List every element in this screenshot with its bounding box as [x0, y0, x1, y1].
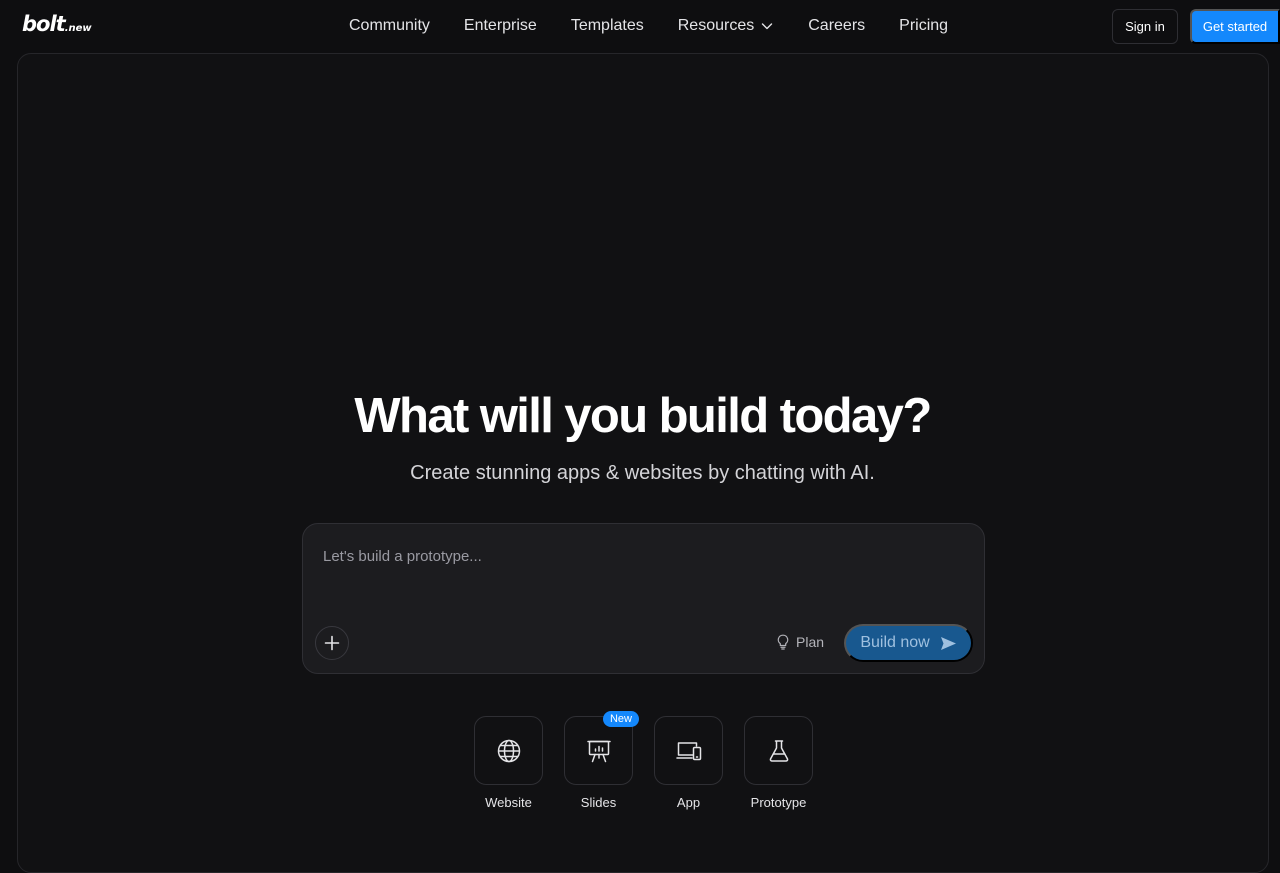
page-title: What will you build today? [354, 389, 932, 443]
nav-label: Careers [808, 17, 866, 34]
nav-templates[interactable]: Templates [554, 17, 661, 35]
type-label: Slides [580, 795, 617, 810]
prompt-input[interactable] [323, 548, 963, 565]
nav-pricing[interactable]: Pricing [882, 17, 965, 35]
nav-label: Pricing [899, 17, 949, 34]
build-now-label: Build now [860, 634, 930, 651]
flask-icon [769, 739, 788, 762]
nav-careers[interactable]: Careers [791, 17, 882, 35]
main-nav: Community Enterprise Templates Resources… [332, 0, 965, 52]
page-subtitle: Create stunning apps & websites by chatt… [410, 462, 875, 484]
nav-label: Resources [677, 17, 755, 34]
nav-community[interactable]: Community [332, 17, 447, 35]
plan-label: Plan [796, 634, 825, 650]
nav-label: Community [349, 17, 430, 34]
type-slides-button[interactable]: New [564, 711, 639, 785]
top-navigation: bolt.new Community Enterprise Templates … [0, 0, 1280, 52]
type-website[interactable]: Website [474, 716, 543, 810]
project-type-list: Website New Slides App Prototype [474, 711, 813, 810]
send-icon [940, 636, 956, 650]
nav-label: Enterprise [463, 17, 537, 34]
presentation-icon [586, 740, 611, 762]
type-app-button[interactable] [654, 716, 723, 785]
plus-icon [324, 635, 340, 651]
new-badge: New [602, 711, 639, 727]
type-label: Prototype [750, 795, 807, 810]
logo-name: bolt [22, 12, 66, 36]
get-started-button[interactable]: Get started [1190, 9, 1280, 44]
nav-enterprise[interactable]: Enterprise [447, 17, 554, 35]
bolt-logo[interactable]: bolt.new [22, 12, 92, 36]
logo-suffix: .new [64, 23, 92, 34]
lightbulb-icon [777, 634, 789, 650]
type-prototype[interactable]: Prototype [744, 716, 813, 810]
build-now-button[interactable]: Build now [844, 624, 973, 662]
type-prototype-button[interactable] [744, 716, 813, 785]
plan-toggle[interactable]: Plan [776, 634, 824, 650]
nav-label: Templates [570, 17, 644, 34]
sign-in-button[interactable]: Sign in [1112, 9, 1178, 44]
type-website-button[interactable] [474, 716, 543, 785]
type-app[interactable]: App [654, 716, 723, 810]
prompt-box: Plan Build now [302, 523, 985, 674]
nav-resources[interactable]: Resources [661, 17, 791, 35]
type-label: App [676, 795, 701, 810]
type-label: Website [485, 795, 532, 810]
chevron-down-icon [762, 23, 773, 30]
add-attachment-button[interactable] [315, 626, 349, 660]
devices-icon [675, 741, 701, 760]
globe-icon [497, 739, 520, 762]
type-slides[interactable]: New Slides [564, 711, 639, 810]
